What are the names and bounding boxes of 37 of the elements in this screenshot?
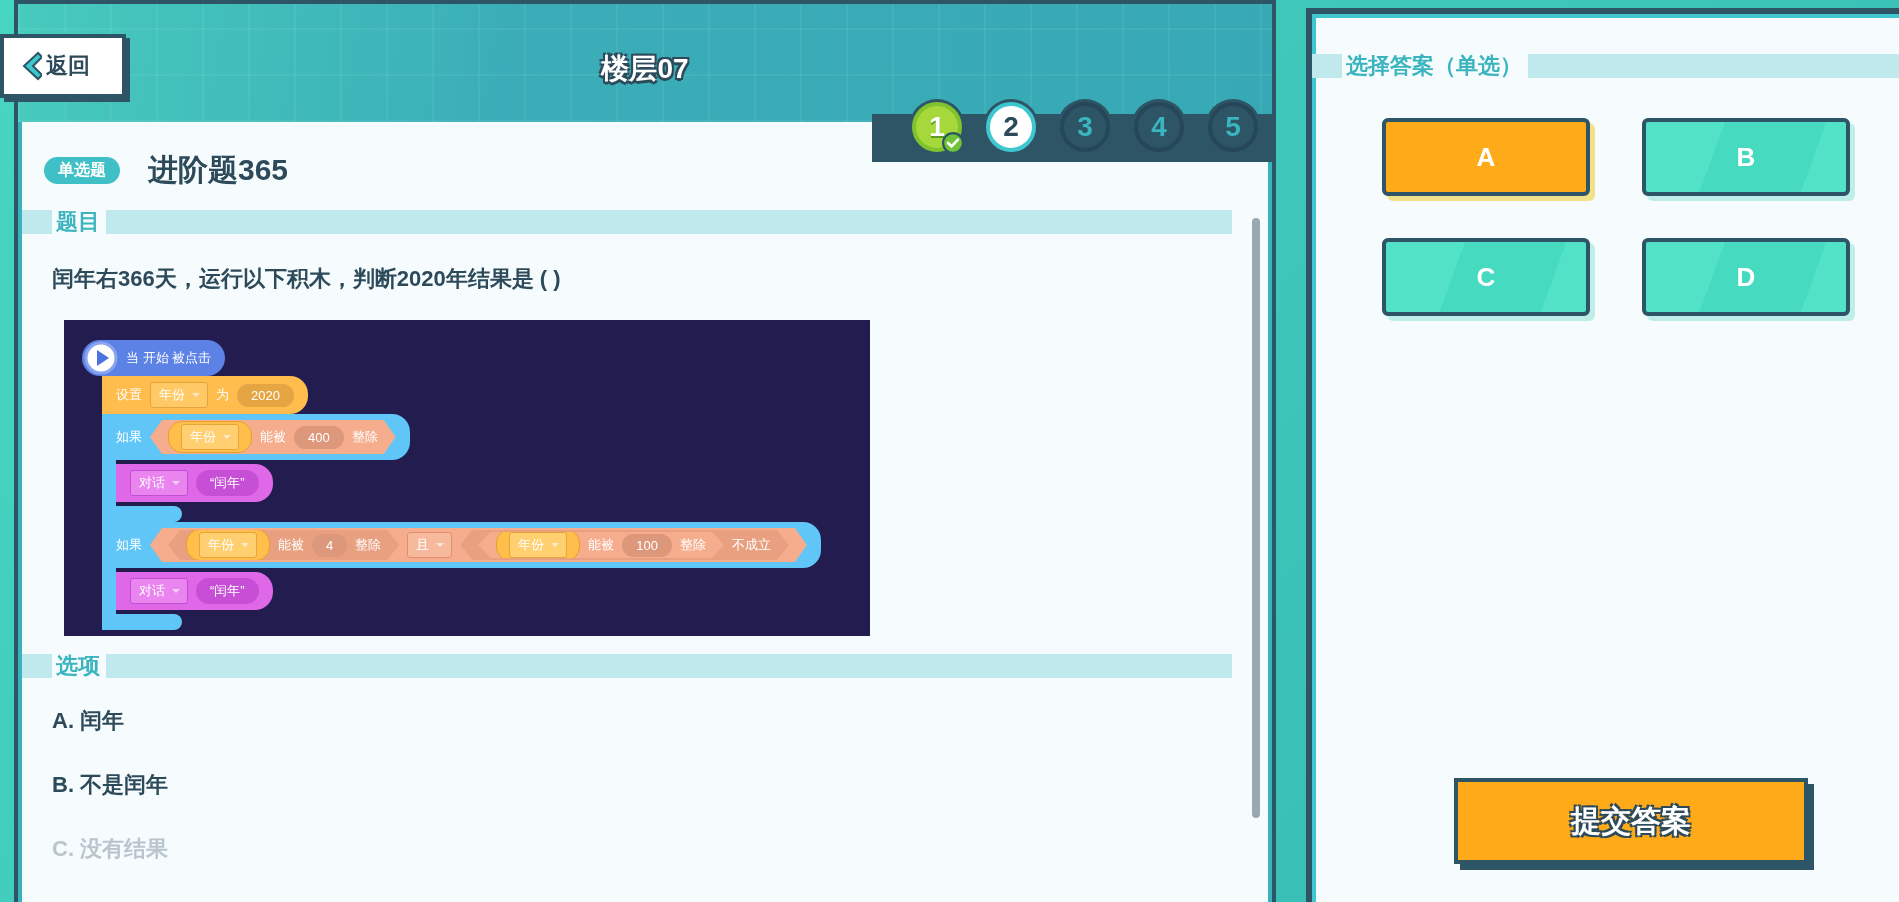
block-label: 如果 [116,428,142,446]
block-label: 能被 [260,428,286,446]
block-value-slot: 4 [312,533,348,557]
block-label: 为 [216,386,229,404]
block-value-slot: “闰年” [196,470,259,496]
play-icon [84,341,118,375]
block-label: 当 开始 被点击 [126,349,212,367]
back-arrow-icon [20,51,42,81]
option-text: C. 没有结果 [52,835,170,863]
question-step[interactable]: 4 [1134,102,1184,152]
block-label: 设置 [116,386,142,404]
section-heading: 选项 [52,653,106,679]
option-text: A. 闰年 [52,707,126,735]
scrollbar[interactable] [1252,218,1260,818]
block-label: 整除 [679,536,706,554]
question-step[interactable]: 3 [1060,102,1110,152]
section-heading: 题目 [52,209,106,235]
block-value-slot: 400 [294,425,344,449]
question-step[interactable]: 5 [1208,102,1258,152]
block-label: 能被 [588,536,615,554]
floor-title: 楼层07 [601,52,689,86]
question-step[interactable]: 1 [912,102,962,152]
block-value-slot: 100 [622,533,672,557]
block-value-slot: 2020 [237,383,294,407]
question-step[interactable]: 2 [986,102,1036,152]
block-value-slot: “闰年” [196,578,259,604]
block-label: 不成立 [731,536,771,554]
question-type-badge: 单选题 [44,156,120,184]
check-icon [942,132,964,154]
block-label: 整除 [351,428,378,446]
block-label: 如果 [116,536,142,554]
question-title: 进阶题365 [148,151,289,188]
question-text: 闰年右366天，运行以下积木，判断2020年结果是 ( ) [52,265,562,293]
block-label: 整除 [355,536,382,554]
section-heading: 选择答案（单选） [1342,53,1528,79]
block-label: 能被 [278,536,304,554]
option-text: B. 不是闰年 [52,771,170,799]
